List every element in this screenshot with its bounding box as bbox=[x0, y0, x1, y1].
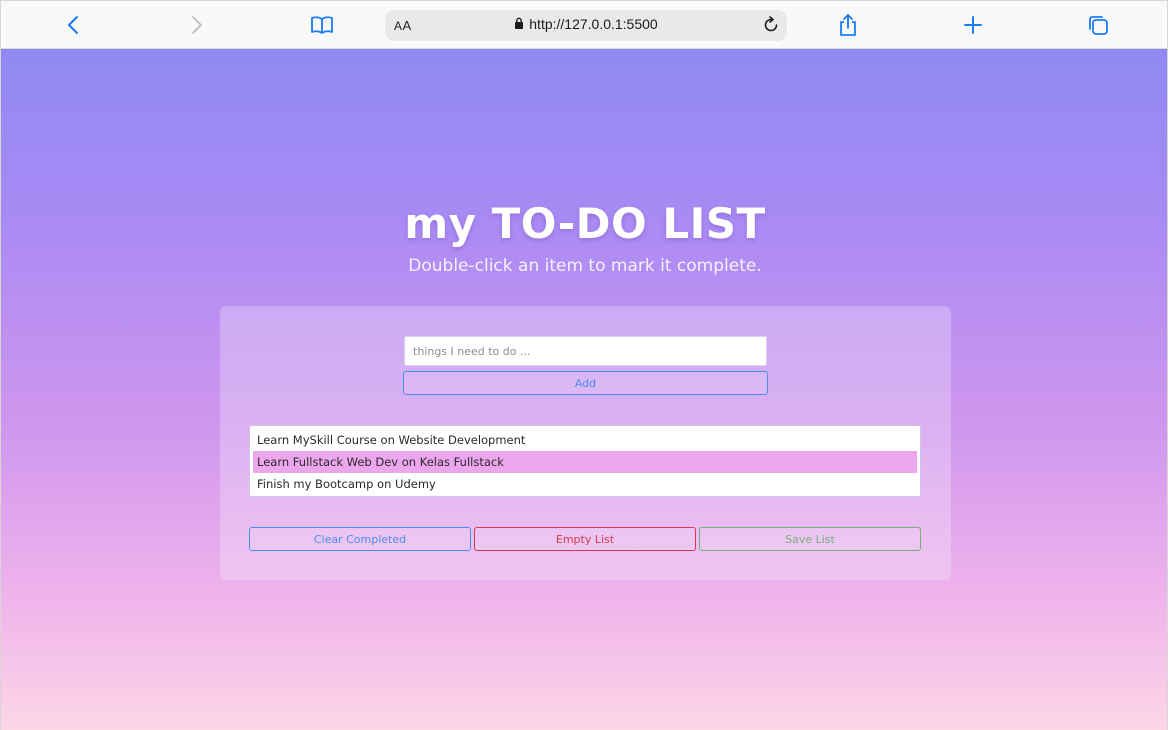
clear-completed-button[interactable]: Clear Completed bbox=[249, 527, 471, 551]
todo-card: Add Learn MySkill Course on Website Deve… bbox=[220, 306, 951, 580]
back-icon[interactable] bbox=[61, 13, 85, 37]
url-text: http://127.0.0.1:5500 bbox=[529, 16, 658, 32]
lock-icon bbox=[514, 16, 524, 32]
page-subtitle: Double-click an item to mark it complete… bbox=[408, 256, 762, 276]
reload-icon[interactable] bbox=[761, 15, 781, 35]
add-button[interactable]: Add bbox=[403, 371, 768, 395]
page-title: my TO-DO LIST bbox=[404, 199, 766, 248]
list-item[interactable]: Learn MySkill Course on Website Developm… bbox=[253, 429, 917, 451]
page-viewport: my TO-DO LIST Double-click an item to ma… bbox=[0, 49, 1168, 730]
tabs-icon[interactable] bbox=[1086, 13, 1110, 37]
url-display[interactable]: http://127.0.0.1:5500 bbox=[385, 16, 787, 32]
list-item-selected[interactable]: Learn Fullstack Web Dev on Kelas Fullsta… bbox=[253, 451, 917, 473]
new-tab-icon[interactable] bbox=[961, 13, 985, 37]
browser-toolbar: AA http://127.0.0.1:5500 bbox=[0, 0, 1168, 49]
forward-icon[interactable] bbox=[185, 13, 209, 37]
save-list-button[interactable]: Save List bbox=[699, 527, 921, 551]
address-bar[interactable]: AA http://127.0.0.1:5500 bbox=[385, 10, 787, 41]
list-item[interactable]: Finish my Bootcamp on Udemy bbox=[253, 473, 917, 495]
share-icon[interactable] bbox=[836, 13, 860, 37]
bookmarks-icon[interactable] bbox=[310, 13, 334, 37]
todo-input[interactable] bbox=[404, 336, 767, 366]
todo-list[interactable]: Learn MySkill Course on Website Developm… bbox=[249, 425, 921, 497]
empty-list-button[interactable]: Empty List bbox=[474, 527, 696, 551]
